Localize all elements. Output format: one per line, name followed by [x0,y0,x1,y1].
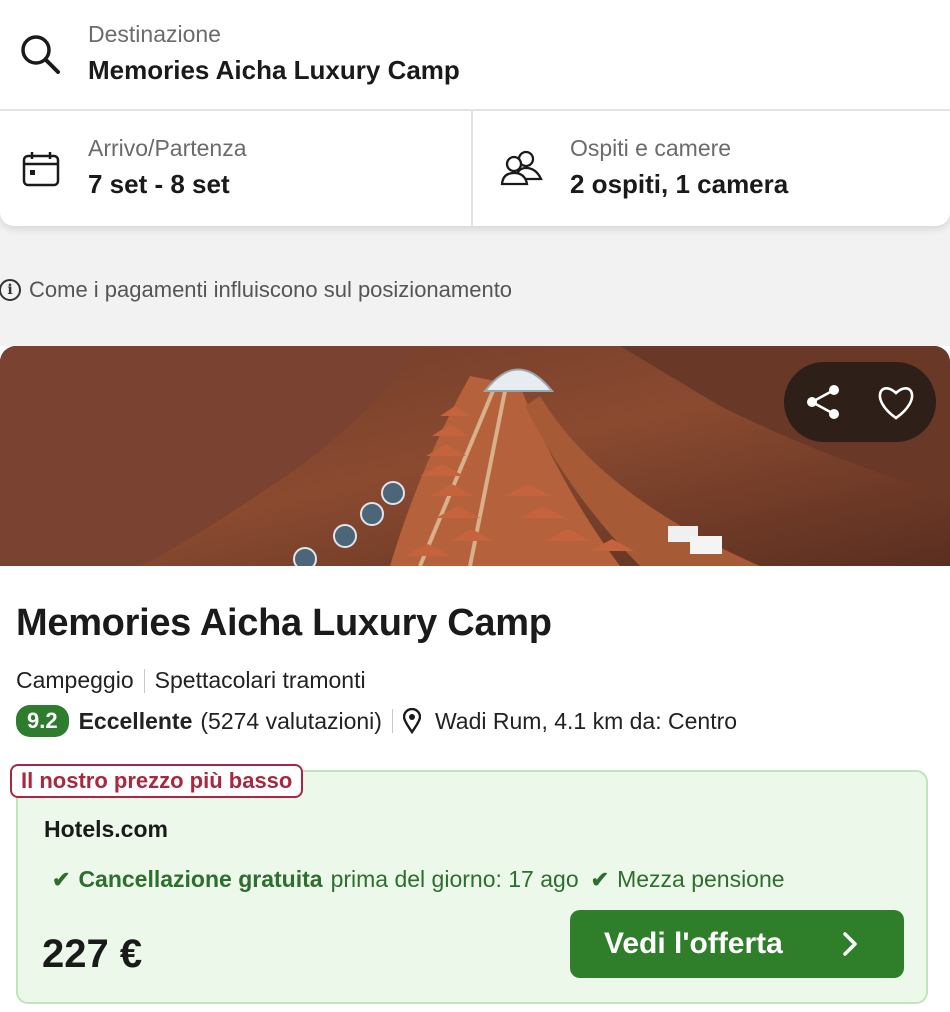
guests-icon [500,149,544,192]
cancellation-detail: prima del giorno: 17 ago [330,866,579,892]
offer-perks: ✔ Cancellazione gratuita prima del giorn… [52,866,785,893]
property-highlight: Spettacolari tramonti [154,667,366,693]
dates-field[interactable]: Arrivo/Partenza 7 set - 8 set [0,111,473,226]
guests-value: 2 ospiti, 1 camera [570,169,789,199]
location-pin-icon [402,708,421,734]
heart-icon[interactable] [870,376,922,428]
location-text: Wadi Rum, 4.1 km da: Centro [434,707,738,734]
photo-actions [784,362,936,442]
property-tags: Campeggio Spettacolari tramonti [16,667,366,694]
divider [391,709,393,733]
guests-label: Ospiti e camere [570,135,732,161]
calendar-icon [22,151,60,192]
cancellation-bold: Cancellazione gratuita [78,866,323,892]
search-icon [18,32,62,81]
lowest-price-tag: Il nostro prezzo più basso [10,764,304,798]
search-summary-card: Destinazione Memories Aicha Luxury Camp … [0,0,950,226]
chevron-right-icon [840,930,860,966]
score-badge: 9.2 [16,705,69,737]
check-icon: ✔ [590,866,610,892]
guests-field[interactable]: Ospiti e camere 2 ospiti, 1 camera [474,111,950,226]
view-offer-label: Vedi l'offerta [604,927,783,960]
ranking-info-link[interactable]: i Come i pagamenti influiscono sul posiz… [0,277,512,303]
ranking-info-text: Come i pagamenti influiscono sul posizio… [29,277,513,302]
divider [143,668,145,693]
property-type: Campeggio [16,667,134,693]
destination-value: Memories Aicha Luxury Camp [88,55,460,85]
price: 227 € [42,932,143,976]
hotel-name[interactable]: Memories Aicha Luxury Camp [16,602,552,645]
info-icon: i [0,279,21,301]
meal-plan: Mezza pensione [617,866,785,892]
dates-value: 7 set - 8 set [88,169,230,199]
review-count: (5274 valutazioni) [200,707,382,734]
rating-word: Eccellente [78,707,193,734]
rating-row: 9.2 Eccellente (5274 valutazioni) Wadi R… [16,705,737,737]
provider-name: Hotels.com [44,816,168,842]
offer-box[interactable]: Hotels.com ✔ Cancellazione gratuita prim… [16,770,928,1004]
share-icon[interactable] [798,376,850,428]
destination-field[interactable]: Destinazione Memories Aicha Luxury Camp [0,0,950,111]
view-offer-button[interactable]: Vedi l'offerta [570,910,904,978]
check-icon: ✔ [52,866,71,892]
hotel-photo[interactable] [0,346,950,566]
destination-label: Destinazione [88,21,221,47]
hotel-card[interactable]: Memories Aicha Luxury Camp Campeggio Spe… [0,346,950,1012]
dates-label: Arrivo/Partenza [88,135,247,161]
